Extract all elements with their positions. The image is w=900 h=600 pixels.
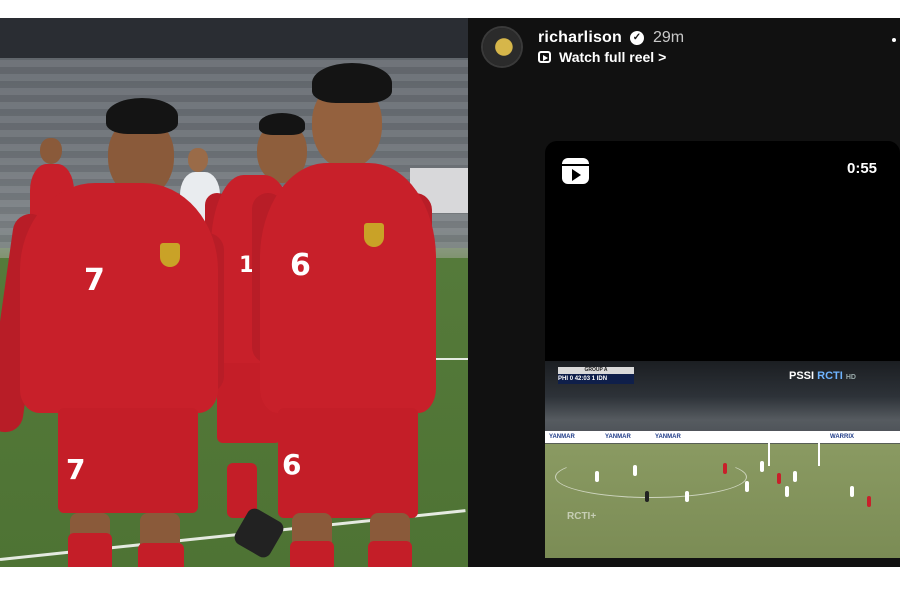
hd-label: HD <box>845 374 856 381</box>
match-player <box>723 463 727 474</box>
reel-duration: 0:55 <box>847 160 878 177</box>
scorebug-header: GROUP A <box>558 367 634 374</box>
match-player <box>793 471 797 482</box>
pssi-logo: PSSI <box>789 370 815 382</box>
reels-icon <box>562 158 589 184</box>
shorts-number: 6 <box>282 448 302 481</box>
ad-board: WARRIX <box>830 434 854 440</box>
watch-full-reel-label: Watch full reel <box>559 49 655 65</box>
watch-full-reel-link[interactable]: Watch full reel > <box>559 49 666 65</box>
ad-board: YANMAR <box>549 434 575 440</box>
broadcaster-logos: PSSI RCTI HD <box>789 370 856 382</box>
video-frame: YANMAR YANMAR YANMAR WARRIX GROUP A PHI … <box>545 361 900 558</box>
field-marking <box>555 456 747 498</box>
match-player <box>785 486 789 497</box>
away-team: IDN <box>596 376 608 382</box>
crest-icon <box>160 243 180 267</box>
stadium-roof <box>0 18 468 58</box>
match-clock: 42:03 <box>574 376 591 382</box>
reel-video[interactable]: 0:55 YANMAR YANMAR YANMAR WARRIX GROUP A… <box>545 141 900 558</box>
rcti-logo: RCTI <box>817 370 843 382</box>
post-time: 29m <box>653 29 685 46</box>
reels-icon <box>538 51 551 63</box>
instagram-story: richarlison ✓ 29m Watch full reel > 0:55… <box>468 18 900 567</box>
match-player <box>777 473 781 484</box>
match-player <box>850 486 854 497</box>
verified-badge-icon: ✓ <box>630 31 644 45</box>
match-player <box>595 471 599 482</box>
referee <box>645 491 649 502</box>
match-player <box>685 491 689 502</box>
shorts-number: 7 <box>66 453 86 486</box>
scorebug-score: PHI 0 42:03 1 IDN <box>558 374 634 384</box>
jersey-number: 6 <box>290 248 311 283</box>
away-score: 1 <box>591 376 596 382</box>
more-dots-icon[interactable] <box>892 38 896 42</box>
match-player <box>867 496 871 507</box>
match-photo: 17 7 7 6 6 <box>0 18 468 567</box>
username[interactable]: richarlison <box>538 29 622 47</box>
scorebug: GROUP A PHI 0 42:03 1 IDN <box>558 367 634 384</box>
match-player <box>633 465 637 476</box>
ad-board: YANMAR <box>605 434 631 440</box>
ad-board: YANMAR <box>655 434 681 440</box>
jersey-number: 7 <box>84 263 105 298</box>
home-score: 0 <box>569 376 574 382</box>
watermark: RCTI+ <box>567 511 597 522</box>
goal-net <box>768 433 820 466</box>
crest-icon <box>364 223 384 247</box>
profile-avatar[interactable] <box>483 28 521 66</box>
chevron-right-icon: > <box>658 49 667 65</box>
match-player <box>745 481 749 492</box>
home-team: PHI <box>558 376 569 382</box>
match-player <box>760 461 764 472</box>
